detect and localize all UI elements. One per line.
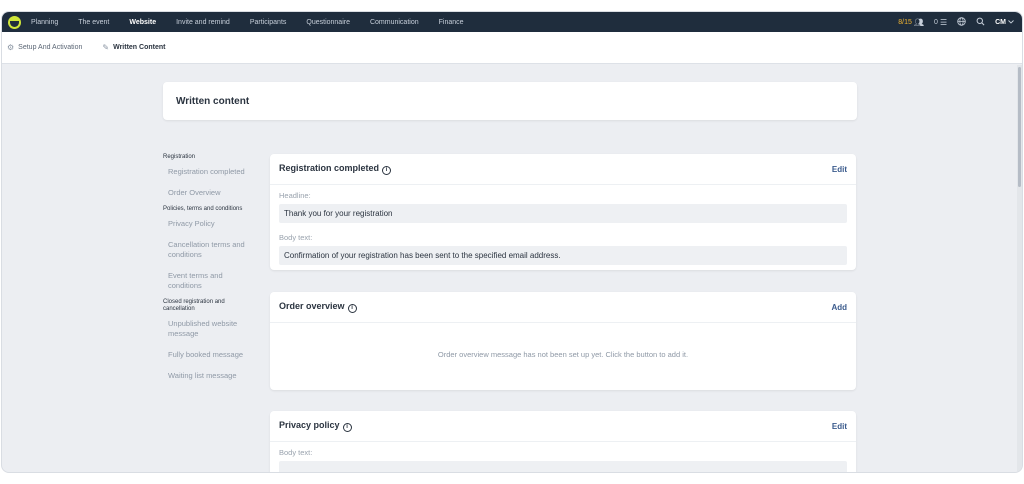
nav-website[interactable]: Website — [129, 19, 156, 26]
participants-icon: 👥︎ — [913, 17, 925, 27]
info-icon[interactable]: i — [342, 423, 352, 432]
user-initials: CM — [995, 18, 1006, 26]
body-text-label: Body text: — [279, 233, 313, 242]
side-group-policies: Policies, terms and conditions — [163, 206, 243, 212]
card-title-text: Registration completed — [279, 163, 380, 173]
side-group-closed-registration: Closed registration and cancellation — [163, 299, 225, 312]
side-link-unpublished-message[interactable]: Unpublished website message — [163, 319, 258, 339]
card-privacy-policy: Privacy policy i Edit Body text: — [270, 411, 856, 472]
nav-finance[interactable]: Finance — [439, 19, 464, 26]
subnav-written-content[interactable]: ✎ Written Content — [102, 43, 165, 52]
subnav-setup-activation[interactable]: ⚙ Setup And Activation — [7, 43, 82, 52]
search-icon[interactable] — [976, 17, 985, 28]
nav-participants[interactable]: Participants — [250, 19, 287, 26]
card-title-text: Privacy policy — [279, 420, 340, 430]
side-link-registration-completed[interactable]: Registration completed — [163, 167, 258, 177]
card-title: Privacy policy i — [279, 420, 352, 432]
globe-icon[interactable] — [957, 16, 966, 28]
chevron-down-icon — [1008, 20, 1014, 24]
add-button[interactable]: Add — [831, 303, 847, 312]
empty-state-message: Order overview message has not been set … — [437, 350, 689, 359]
pencil-icon: ✎ — [102, 43, 110, 52]
side-group-registration: Registration — [163, 154, 196, 160]
nav-the-event[interactable]: The event — [78, 19, 109, 26]
side-link-privacy-policy[interactable]: Privacy Policy — [163, 219, 258, 229]
card-title: Registration completed i — [279, 163, 392, 175]
card-header: Order overview i Add — [270, 292, 856, 323]
section-navigation: Registration Registration completed Orde… — [163, 154, 258, 392]
headline-label: Headline: — [279, 191, 311, 200]
headline-value: Thank you for your registration — [279, 204, 847, 223]
sub-navigation: ⚙ Setup And Activation ✎ Written Content — [2, 32, 1022, 64]
page-scrollbar[interactable] — [1017, 65, 1022, 472]
gear-icon: ⚙ — [7, 43, 15, 52]
body-text-value — [279, 461, 847, 472]
card-header: Registration completed i Edit — [270, 154, 856, 185]
side-link-fully-booked[interactable]: Fully booked message — [163, 350, 258, 360]
body-text-value: Confirmation of your registration has be… — [279, 246, 847, 265]
nav-questionnaire[interactable]: Questionnaire — [306, 19, 350, 26]
app-logo-icon[interactable] — [8, 15, 21, 29]
side-link-order-overview[interactable]: Order Overview — [163, 188, 258, 198]
app-window: Planning The event Website Invite and re… — [1, 11, 1023, 473]
subnav-written-label: Written Content — [113, 44, 166, 51]
subnav-setup-label: Setup And Activation — [18, 44, 83, 51]
participants-counter[interactable]: 8/15 👥︎ — [898, 18, 924, 27]
side-link-event-terms[interactable]: Event terms and conditions — [163, 271, 258, 291]
checklist-icon: ☰ — [939, 17, 948, 27]
user-menu[interactable]: CM — [995, 19, 1014, 26]
page-header-card: Written content — [163, 82, 857, 120]
info-icon[interactable]: i — [347, 304, 357, 313]
top-navigation: Planning The event Website Invite and re… — [2, 12, 1022, 32]
card-order-overview: Order overview i Add Order overview messa… — [270, 292, 856, 390]
side-link-cancellation-terms[interactable]: Cancellation terms and conditions — [163, 240, 258, 260]
info-icon[interactable]: i — [382, 166, 392, 175]
card-header: Privacy policy i Edit — [270, 411, 856, 442]
tasks-count: 0 — [934, 18, 938, 26]
edit-button[interactable]: Edit — [832, 165, 847, 174]
card-title: Order overview i — [279, 301, 357, 313]
card-registration-completed: Registration completed i Edit Headline: T… — [270, 154, 856, 270]
nav-communication[interactable]: Communication — [370, 19, 419, 26]
scrollbar-thumb[interactable] — [1018, 67, 1021, 187]
tasks-counter[interactable]: 0 ☰ — [934, 18, 947, 27]
body-text-label: Body text: — [279, 448, 313, 457]
nav-right-tools: 8/15 👥︎ 0 ☰ CM — [898, 16, 1022, 28]
edit-button[interactable]: Edit — [832, 422, 847, 431]
participants-count: 8/15 — [898, 18, 912, 26]
nav-planning[interactable]: Planning — [31, 19, 58, 26]
side-link-waiting-list[interactable]: Waiting list message — [163, 371, 258, 381]
page-title: Written content — [176, 95, 250, 107]
nav-invite-and-remind[interactable]: Invite and remind — [176, 19, 230, 26]
card-title-text: Order overview — [279, 301, 345, 311]
